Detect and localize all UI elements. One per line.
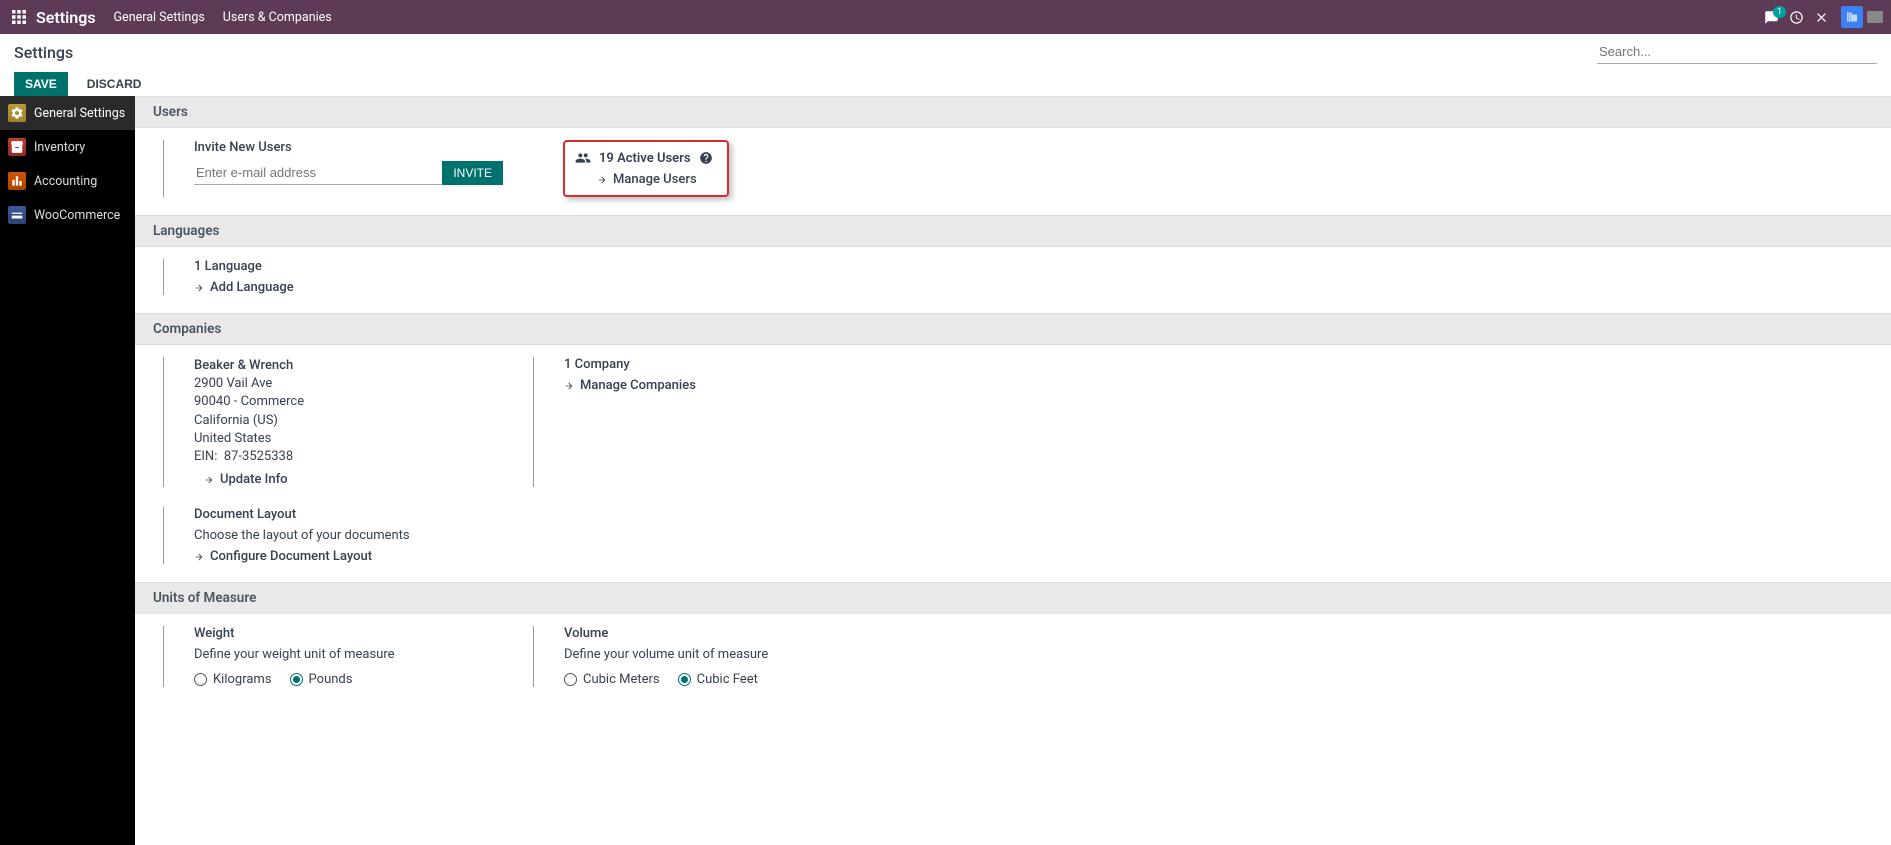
document-layout-label: Document Layout: [194, 507, 503, 522]
menu-users-companies[interactable]: Users & Companies: [223, 10, 332, 25]
section-header-languages: Languages: [135, 215, 1891, 247]
activity-button[interactable]: [1789, 10, 1804, 25]
volume-label: Volume: [564, 626, 768, 641]
menu-general-settings[interactable]: General Settings: [114, 10, 205, 25]
apps-icon: [12, 10, 26, 24]
invite-users-label: Invite New Users: [194, 140, 503, 155]
company-state: California (US): [194, 412, 503, 430]
company-name: Beaker & Wrench: [194, 357, 503, 375]
radio-kilograms[interactable]: Kilograms: [194, 672, 272, 687]
sidebar-item-inventory[interactable]: Inventory: [0, 130, 135, 164]
sidebar-item-general-settings[interactable]: General Settings: [0, 96, 135, 130]
weight-label: Weight: [194, 626, 503, 641]
section-header-units: Units of Measure: [135, 582, 1891, 614]
settings-sidebar: General Settings Inventory Accounting Wo…: [0, 96, 135, 845]
section-header-users: Users: [135, 96, 1891, 128]
gear-icon: [8, 104, 26, 122]
accounting-icon: [8, 172, 26, 190]
company-addr2: 90040 - Commerce: [194, 393, 503, 411]
company-addr1: 2900 Vail Ave: [194, 375, 503, 393]
radio-icon: [564, 673, 577, 686]
arrow-right-icon: [194, 552, 204, 562]
configure-layout-link[interactable]: Configure Document Layout: [194, 549, 503, 564]
topbar: Settings General Settings Users & Compan…: [0, 0, 1891, 34]
weight-sublabel: Define your weight unit of measure: [194, 647, 503, 662]
active-users-box: 19 Active Users Manage Users: [563, 140, 729, 197]
active-users-text: 19 Active Users: [599, 151, 691, 166]
company-country: United States: [194, 430, 503, 448]
woocommerce-icon: [8, 206, 26, 224]
arrow-right-icon: [194, 283, 204, 293]
app-title[interactable]: Settings: [36, 8, 96, 27]
messages-button[interactable]: 1: [1764, 10, 1779, 25]
breadcrumb: Settings: [14, 43, 73, 62]
ein-label: EIN:: [194, 449, 217, 464]
control-bar: Settings SAVE DISCARD: [0, 34, 1891, 96]
building-icon: [1846, 11, 1858, 23]
users-icon: [575, 150, 591, 166]
sidebar-label: General Settings: [34, 106, 125, 121]
discard-button[interactable]: DISCARD: [76, 72, 153, 96]
sidebar-label: Inventory: [34, 140, 85, 155]
arrow-right-icon: [597, 175, 607, 185]
volume-sublabel: Define your volume unit of measure: [564, 647, 768, 662]
settings-content: Users Invite New Users INVITE 19 Active …: [135, 96, 1891, 845]
radio-icon: [290, 673, 303, 686]
radio-pounds[interactable]: Pounds: [290, 672, 353, 687]
document-layout-sublabel: Choose the layout of your documents: [194, 528, 503, 543]
search-input[interactable]: [1597, 40, 1877, 64]
save-button[interactable]: SAVE: [14, 72, 68, 96]
company-indicator[interactable]: [1867, 11, 1883, 23]
user-avatar[interactable]: [1841, 6, 1863, 28]
company-count: 1 Company: [564, 357, 696, 372]
manage-users-link[interactable]: Manage Users: [597, 172, 713, 187]
invite-button[interactable]: INVITE: [442, 161, 503, 185]
sidebar-label: WooCommerce: [34, 208, 120, 223]
radio-cubic-meters[interactable]: Cubic Meters: [564, 672, 660, 687]
radio-cubic-feet[interactable]: Cubic Feet: [678, 672, 758, 687]
close-icon: [1814, 10, 1829, 25]
languages-count: 1 Language: [194, 259, 294, 274]
expand-button[interactable]: [1814, 10, 1829, 25]
invite-email-input[interactable]: [194, 161, 442, 185]
sidebar-label: Accounting: [34, 174, 97, 189]
arrow-right-icon: [204, 475, 214, 485]
arrow-right-icon: [564, 381, 574, 391]
apps-menu-button[interactable]: [8, 6, 30, 28]
help-icon[interactable]: [699, 151, 713, 165]
manage-companies-link[interactable]: Manage Companies: [564, 378, 696, 393]
sidebar-item-accounting[interactable]: Accounting: [0, 164, 135, 198]
ein-value: 87-3525338: [224, 449, 293, 464]
messages-badge: 1: [1773, 6, 1786, 18]
sidebar-item-woocommerce[interactable]: WooCommerce: [0, 198, 135, 232]
add-language-link[interactable]: Add Language: [194, 280, 294, 295]
box-icon: [8, 138, 26, 156]
clock-icon: [1789, 10, 1804, 25]
radio-icon: [194, 673, 207, 686]
section-header-companies: Companies: [135, 313, 1891, 345]
update-info-link[interactable]: Update Info: [204, 472, 503, 487]
company-address-block: Beaker & Wrench 2900 Vail Ave 90040 - Co…: [194, 357, 503, 466]
radio-icon: [678, 673, 691, 686]
